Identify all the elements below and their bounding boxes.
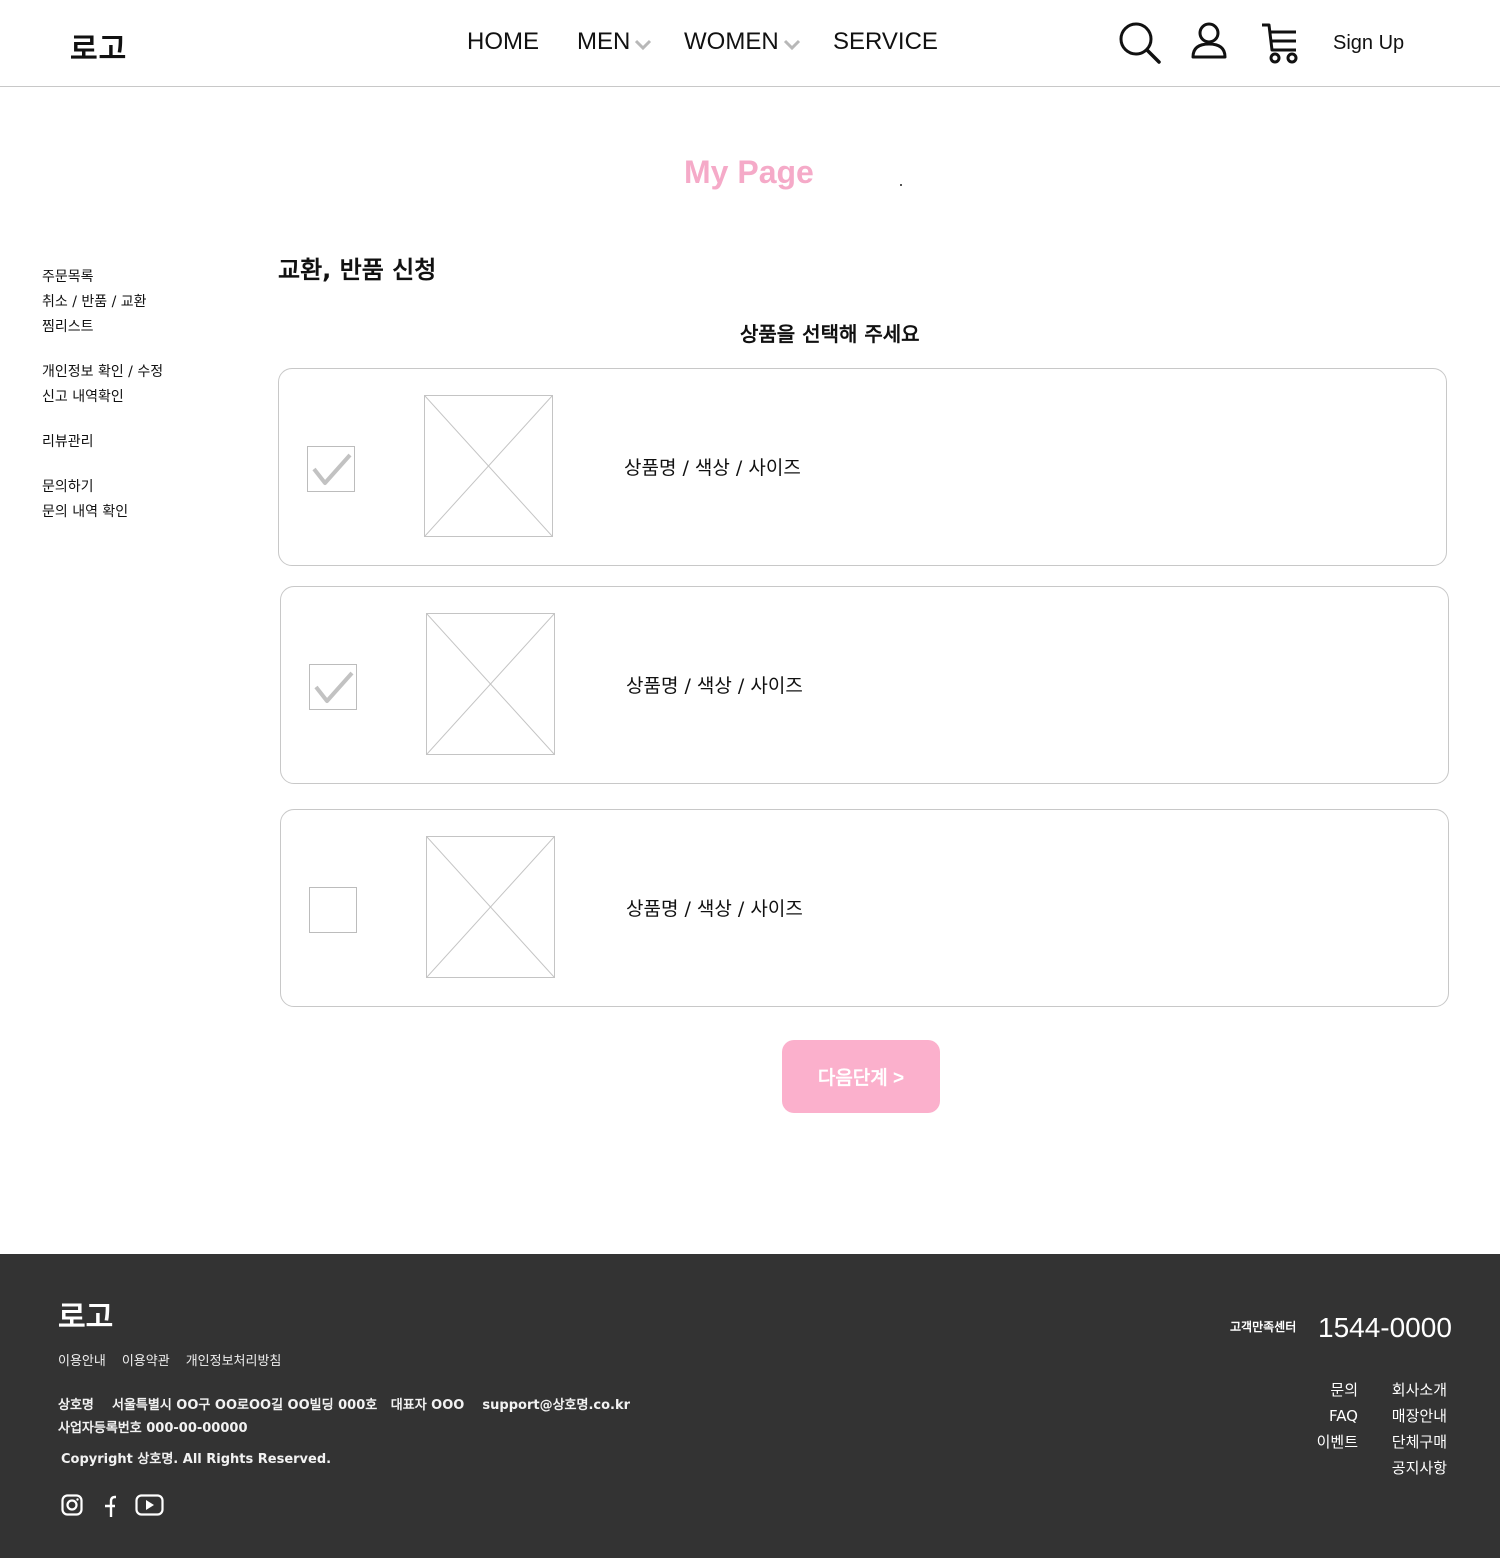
footer-link-notice[interactable]: 공지사항 [1392,1455,1447,1481]
copyright: Copyright 상호명. All Rights Reserved. [61,1452,332,1467]
chevron-down-icon [783,39,800,51]
nav-home[interactable]: HOME [467,28,539,56]
sidebar-item-wishlist[interactable]: 찜리스트 [42,315,242,340]
nav-men[interactable]: MEN [577,28,652,56]
product-image-placeholder [426,836,555,978]
sidebar-item-inquiry-history[interactable]: 문의 내역 확인 [42,500,242,525]
nav-women[interactable]: WOMEN [684,28,801,56]
product-checkbox[interactable] [309,887,357,933]
product-card[interactable]: 상품명 / 색상 / 사이즈 [280,809,1449,1007]
product-checkbox[interactable] [307,446,355,492]
business-registration: 사업자등록번호 000-00-00000 [58,1421,248,1436]
product-image-placeholder [424,395,553,537]
nav-men-label: MEN [577,28,631,55]
next-step-button[interactable]: 다음단계 > [782,1040,940,1113]
product-checkbox[interactable] [309,664,357,710]
footer-link-event[interactable]: 이벤트 [1317,1429,1358,1455]
product-option-label: 상품명 / 색상 / 사이즈 [624,457,801,479]
product-card[interactable]: 상품명 / 색상 / 사이즈 [278,368,1447,566]
footer-link-terms[interactable]: 이용약관 [122,1350,170,1369]
chevron-down-icon [635,39,652,51]
site-footer: 로고 이용안내 이용약관 개인정보처리방침 상호명 서울특별시 OO구 OO로O… [0,1254,1500,1558]
checkmark-icon [312,453,352,485]
sidebar-item-profile[interactable]: 개인정보 확인 / 수정 [42,360,242,385]
site-header: 로고 HOME MEN WOMEN SERVICE Sign Up [0,0,1500,87]
product-image-placeholder [426,613,555,755]
checkmark-icon [314,671,354,703]
sidebar-item-cancel-return-exchange[interactable]: 취소 / 반품 / 교환 [42,290,242,315]
page-title: My Page [684,154,814,190]
sidebar-item-reviews[interactable]: 리뷰관리 [42,430,242,455]
sidebar-item-reports[interactable]: 신고 내역확인 [42,385,242,410]
sidebar-item-inquiry[interactable]: 문의하기 [42,475,242,500]
search-icon[interactable] [1118,21,1162,65]
company-info-line: 상호명 서울특별시 OO구 OO로OO길 OO빌딩 000호 대표자 OOO s… [58,1398,631,1413]
footer-link-faq[interactable]: FAQ [1317,1403,1358,1429]
footer-menu-left: 문의 FAQ 이벤트 [1317,1377,1358,1455]
footer-link-privacy[interactable]: 개인정보처리방침 [186,1350,282,1369]
nav-home-label: HOME [467,28,539,55]
footer-link-inquiry[interactable]: 문의 [1317,1377,1358,1403]
sidebar-item-orders[interactable]: 주문목록 [42,265,242,290]
product-option-label: 상품명 / 색상 / 사이즈 [626,898,803,920]
customer-center-label: 고객만족센터 [1230,1320,1297,1334]
youtube-icon[interactable] [135,1494,164,1516]
customer-center-number: 1544-0000 [1318,1312,1452,1343]
signup-link[interactable]: Sign Up [1333,32,1404,55]
title-dot [900,184,902,186]
user-icon[interactable] [1190,22,1228,60]
cart-icon[interactable] [1260,22,1302,64]
select-product-prompt: 상품을 선택해 주세요 [740,322,920,346]
company-info: 상호명 서울특별시 OO구 OO로OO길 OO빌딩 000호 대표자 OOO s… [58,1394,630,1440]
facebook-icon[interactable] [101,1494,117,1518]
mypage-sidebar: 주문목록 취소 / 반품 / 교환 찜리스트 개인정보 확인 / 수정 신고 내… [42,265,242,525]
footer-link-about[interactable]: 회사소개 [1392,1377,1447,1403]
footer-link-stores[interactable]: 매장안내 [1392,1403,1447,1429]
footer-links: 이용안내 이용약관 개인정보처리방침 [58,1350,281,1369]
section-title: 교환, 반품 신청 [278,256,437,284]
instagram-icon[interactable] [61,1494,83,1516]
footer-link-guide[interactable]: 이용안내 [58,1350,106,1369]
footer-menu-right: 회사소개 매장안내 단체구매 공지사항 [1392,1377,1447,1481]
footer-logo[interactable]: 로고 [58,1292,113,1336]
nav-service-label: SERVICE [833,28,938,55]
site-logo[interactable]: 로고 [70,24,127,68]
nav-service[interactable]: SERVICE [833,28,938,56]
product-card[interactable]: 상품명 / 색상 / 사이즈 [280,586,1449,784]
nav-women-label: WOMEN [684,28,779,55]
footer-link-group-purchase[interactable]: 단체구매 [1392,1429,1447,1455]
product-option-label: 상품명 / 색상 / 사이즈 [626,675,803,697]
